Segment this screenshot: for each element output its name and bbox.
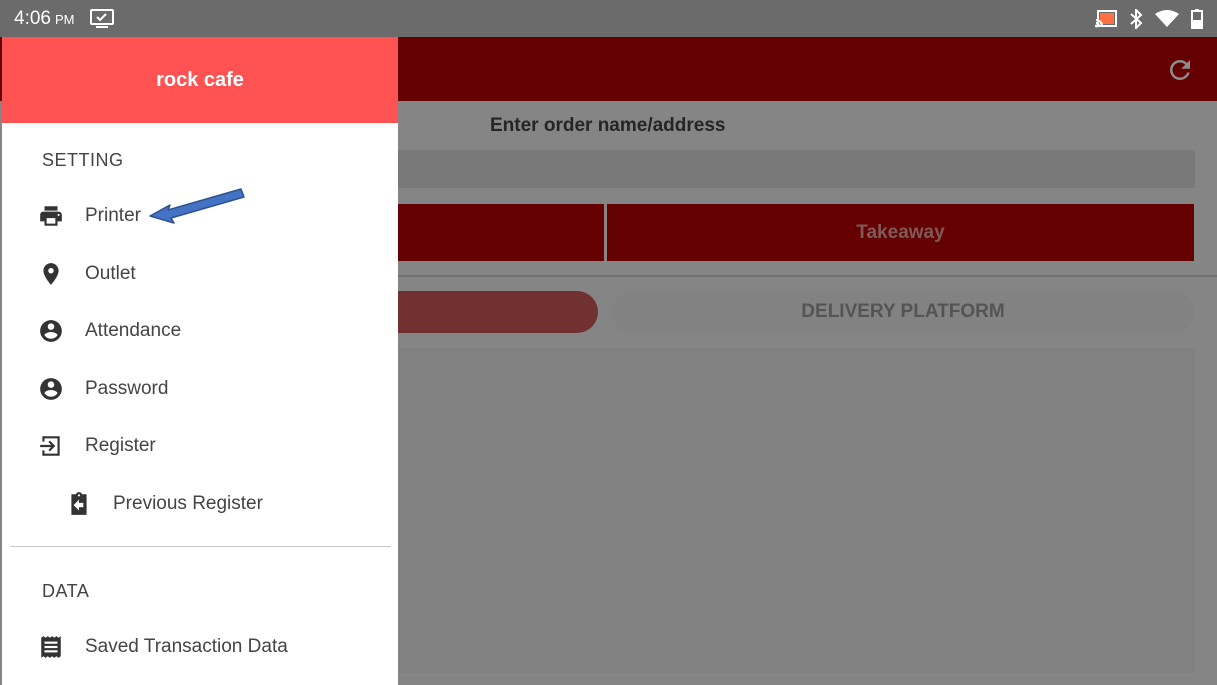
- location-pin-icon: [38, 261, 64, 287]
- status-icons: [1095, 8, 1203, 29]
- battery-icon: [1191, 8, 1203, 29]
- blue-arrow-icon: [148, 183, 246, 227]
- drawer-title: rock cafe: [156, 68, 244, 91]
- receipt-icon: [38, 634, 64, 660]
- printer-icon: [38, 203, 64, 229]
- menu-item-attendance[interactable]: Attendance: [2, 308, 398, 354]
- status-time: 4:06: [14, 7, 51, 29]
- menu-item-previous-register[interactable]: Previous Register: [2, 481, 398, 527]
- monitor-check-icon: [90, 8, 115, 29]
- wifi-icon: [1155, 9, 1179, 28]
- account-circle-icon: [38, 318, 64, 344]
- menu-item-label: Printer: [85, 205, 141, 226]
- login-icon: [38, 433, 64, 459]
- drawer-header: rock cafe: [2, 37, 398, 123]
- bluetooth-icon: [1129, 8, 1143, 29]
- menu-item-label: Previous Register: [113, 493, 263, 514]
- cast-icon: [1095, 9, 1117, 28]
- status-ampm: PM: [54, 11, 75, 27]
- menu-item-label: Password: [85, 378, 169, 399]
- menu-item-label: Attendance: [85, 320, 182, 341]
- section-label-data: DATA: [42, 581, 90, 601]
- status-bar: 4:06 PM: [0, 0, 1217, 37]
- menu-item-outlet[interactable]: Outlet: [2, 251, 398, 297]
- section-label-setting: SETTING: [42, 150, 124, 170]
- menu-item-label: Register: [85, 435, 156, 456]
- menu-item-register[interactable]: Register: [2, 423, 398, 469]
- clipboard-back-icon: [66, 491, 92, 517]
- menu-item-password[interactable]: Password: [2, 366, 398, 412]
- navigation-drawer: rock cafe SETTING Printer Outlet Attenda…: [2, 37, 398, 685]
- status-time-group: 4:06 PM: [14, 8, 74, 30]
- account-circle-icon: [38, 376, 64, 402]
- menu-item-label: Outlet: [85, 263, 136, 284]
- menu-item-label: Saved Transaction Data: [85, 636, 288, 657]
- menu-item-saved-transaction-data[interactable]: Saved Transaction Data: [2, 624, 398, 670]
- drawer-divider: [10, 546, 391, 547]
